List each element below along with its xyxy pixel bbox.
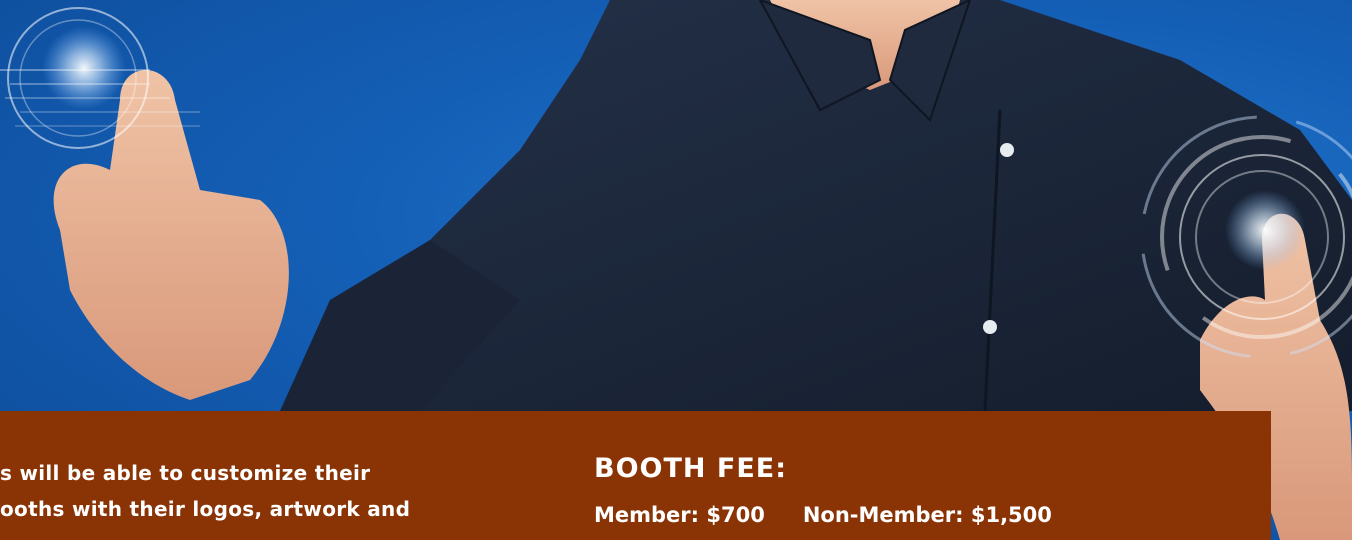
non-member-fee: Non-Member: $1,500 bbox=[802, 503, 1052, 527]
shirt-button bbox=[1000, 143, 1014, 157]
booth-info-panel: s will be able to customize their ooths … bbox=[0, 411, 1271, 540]
booth-fee-heading: BOOTH FEE: bbox=[594, 453, 788, 484]
left-hand bbox=[53, 70, 289, 400]
shirt-button bbox=[983, 320, 997, 334]
member-fee: Member: $700 bbox=[594, 503, 765, 527]
description-line: ooths with their logos, artwork and bbox=[0, 497, 411, 521]
touch-ring-icon-left bbox=[0, 7, 200, 149]
description-line: s will be able to customize their bbox=[0, 461, 371, 485]
booth-fee-list: Member: $700 Non-Member: $1,500 bbox=[594, 503, 1052, 527]
booth-description: s will be able to customize their ooths … bbox=[0, 455, 540, 527]
